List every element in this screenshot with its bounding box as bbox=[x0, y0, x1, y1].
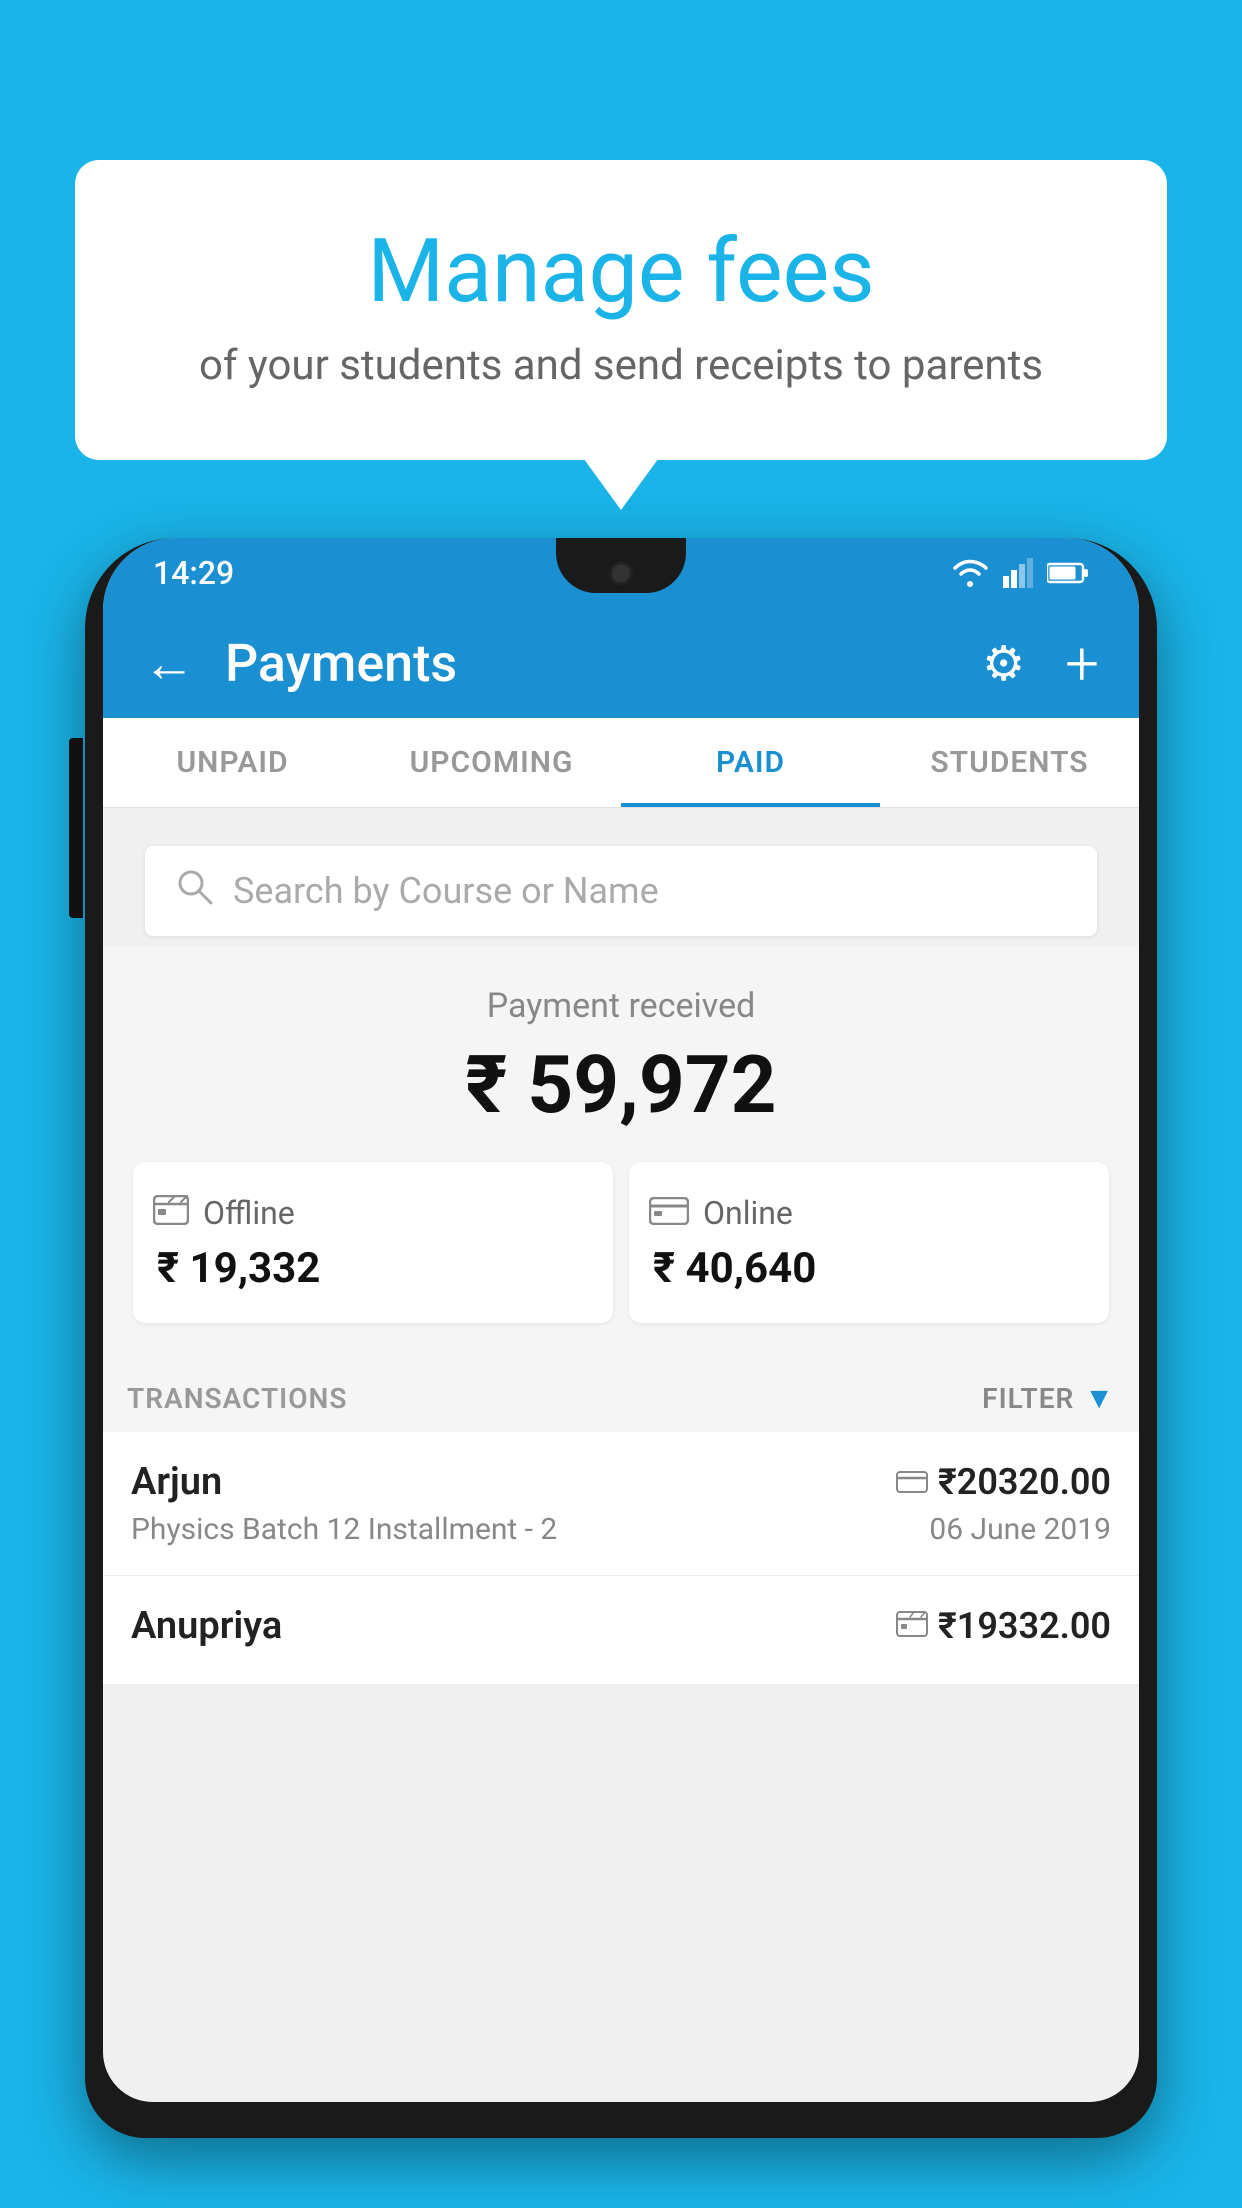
table-row[interactable]: Arjun ₹20320.00 Physics bbox=[103, 1432, 1139, 1576]
phone-container: 14:29 bbox=[85, 520, 1157, 2208]
search-placeholder: Search by Course or Name bbox=[233, 870, 659, 912]
card-icon bbox=[896, 1462, 928, 1502]
app-bar: ← Payments ⚙ + bbox=[103, 608, 1139, 718]
notch bbox=[556, 538, 686, 593]
online-header: Online bbox=[649, 1192, 793, 1234]
signal-icon bbox=[1003, 558, 1033, 588]
battery-icon bbox=[1047, 562, 1089, 584]
offline-amount: ₹ 19,332 bbox=[157, 1244, 320, 1293]
filter-button[interactable]: FILTER ▼ bbox=[982, 1381, 1115, 1416]
offline-card: Offline ₹ 19,332 bbox=[133, 1162, 613, 1323]
back-button[interactable]: ← bbox=[143, 633, 195, 694]
tab-students[interactable]: STUDENTS bbox=[880, 718, 1139, 807]
tab-unpaid[interactable]: UNPAID bbox=[103, 718, 362, 807]
transaction-amount: ₹19332.00 bbox=[896, 1605, 1111, 1647]
online-icon bbox=[649, 1192, 689, 1234]
speech-bubble-container: Manage fees of your students and send re… bbox=[75, 160, 1167, 460]
add-button[interactable]: + bbox=[1065, 628, 1099, 699]
notch-camera bbox=[609, 561, 633, 585]
bubble-title: Manage fees bbox=[155, 220, 1087, 323]
payment-cards: Offline ₹ 19,332 bbox=[133, 1162, 1109, 1323]
transaction-name: Arjun bbox=[131, 1460, 222, 1504]
transaction-name: Anupriya bbox=[131, 1604, 282, 1648]
bubble-subtitle: of your students and send receipts to pa… bbox=[155, 341, 1087, 390]
search-bar[interactable]: Search by Course or Name bbox=[145, 846, 1097, 936]
status-bar: 14:29 bbox=[103, 538, 1139, 608]
transaction-amount: ₹20320.00 bbox=[896, 1461, 1111, 1503]
wifi-icon bbox=[951, 559, 989, 587]
tab-upcoming[interactable]: UPCOMING bbox=[362, 718, 621, 807]
online-card: Online ₹ 40,640 bbox=[629, 1162, 1109, 1323]
transaction-row1: Anupriya ₹1933 bbox=[131, 1604, 1111, 1648]
transaction-date: 06 June 2019 bbox=[929, 1512, 1111, 1547]
phone-frame: 14:29 bbox=[85, 538, 1157, 2138]
settings-button[interactable]: ⚙ bbox=[982, 635, 1025, 692]
transaction-list: Arjun ₹20320.00 Physics bbox=[103, 1432, 1139, 1685]
filter-label: FILTER bbox=[982, 1382, 1074, 1415]
transaction-row1: Arjun ₹20320.00 bbox=[131, 1460, 1111, 1504]
status-icons bbox=[951, 558, 1089, 588]
offline-label: Offline bbox=[203, 1194, 295, 1232]
tabs-bar: UNPAID UPCOMING PAID STUDENTS bbox=[103, 718, 1139, 808]
offline-payment-icon bbox=[896, 1606, 928, 1646]
online-label: Online bbox=[703, 1194, 793, 1232]
payment-summary: Payment received ₹ 59,972 bbox=[103, 946, 1139, 1353]
transaction-course: Physics Batch 12 Installment - 2 bbox=[131, 1512, 557, 1547]
transaction-row2: Physics Batch 12 Installment - 2 06 June… bbox=[131, 1512, 1111, 1547]
search-icon bbox=[175, 867, 213, 915]
table-row[interactable]: Anupriya ₹1933 bbox=[103, 1576, 1139, 1685]
offline-header: Offline bbox=[153, 1192, 295, 1234]
tab-paid[interactable]: PAID bbox=[621, 718, 880, 807]
transactions-label: TRANSACTIONS bbox=[127, 1382, 347, 1415]
payment-amount: ₹ 59,972 bbox=[133, 1038, 1109, 1132]
offline-icon bbox=[153, 1192, 189, 1234]
status-time: 14:29 bbox=[153, 554, 234, 592]
online-amount: ₹ 40,640 bbox=[653, 1244, 816, 1293]
filter-icon: ▼ bbox=[1084, 1381, 1115, 1416]
app-bar-actions: ⚙ + bbox=[982, 628, 1099, 699]
speech-bubble: Manage fees of your students and send re… bbox=[75, 160, 1167, 460]
phone-screen: 14:29 bbox=[103, 538, 1139, 2102]
app-bar-title: Payments bbox=[225, 633, 952, 694]
transactions-header: TRANSACTIONS FILTER ▼ bbox=[103, 1353, 1139, 1432]
payment-label: Payment received bbox=[133, 986, 1109, 1026]
